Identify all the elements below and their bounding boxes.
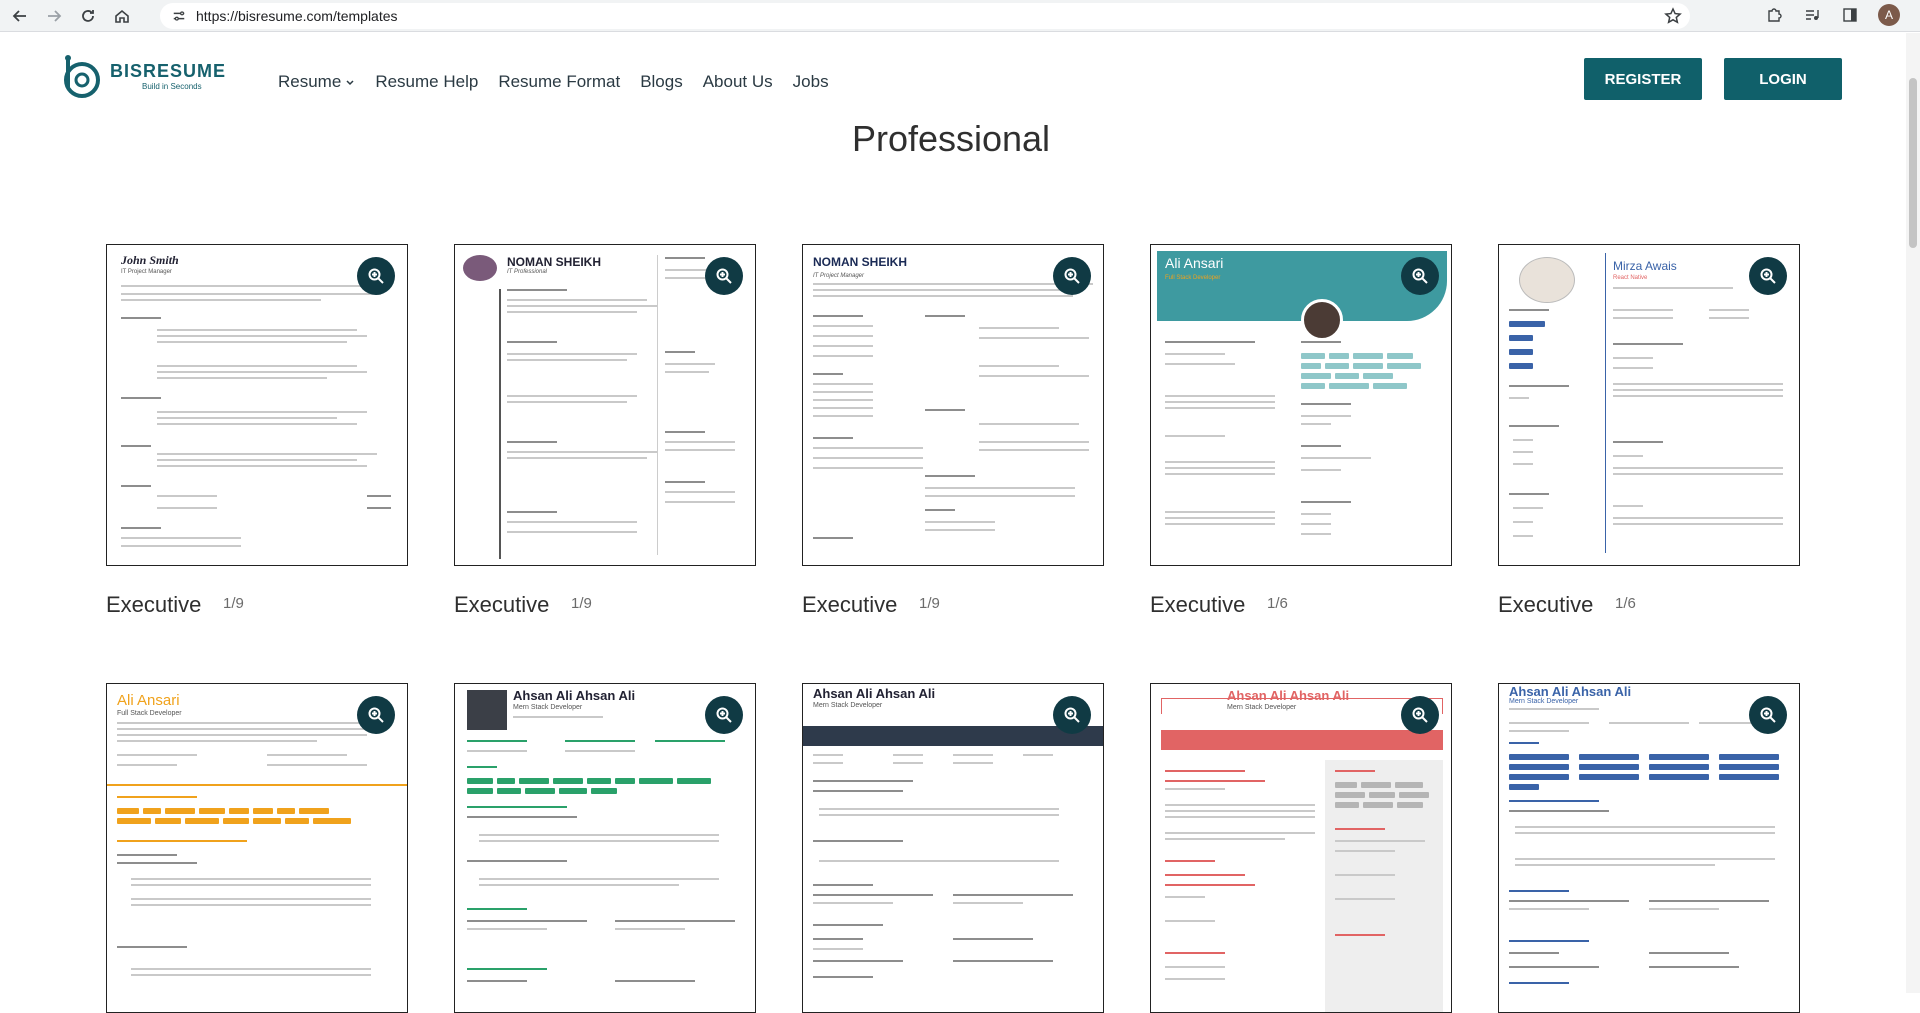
zoom-in-icon[interactable]	[1749, 257, 1787, 295]
address-bar[interactable]: https://bisresume.com/templates	[160, 3, 1690, 29]
template-card[interactable]: NOMAN SHEIKH IT Project Manager	[802, 244, 1104, 566]
zoom-in-icon[interactable]	[1749, 696, 1787, 734]
template-title: Executive	[1498, 592, 1594, 617]
profile-avatar[interactable]: A	[1878, 4, 1900, 26]
site-logo[interactable]: BISRESUME Build in Seconds	[56, 50, 226, 102]
preview-name: Ahsan Ali Ahsan Ali	[1227, 688, 1350, 703]
preview-name: NOMAN SHEIKH	[813, 255, 908, 269]
resume-preview: John Smith IT Project Manager	[107, 245, 407, 565]
template-card[interactable]: NOMAN SHEIKH IT Professional	[454, 244, 756, 566]
nav-jobs[interactable]: Jobs	[793, 72, 829, 92]
preview-name: Ali Ansari	[1165, 255, 1224, 271]
resume-preview: NOMAN SHEIKH IT Project Manager	[803, 245, 1103, 565]
preview-name: NOMAN SHEIKH	[507, 255, 602, 269]
side-panel-icon[interactable]	[1840, 5, 1860, 25]
zoom-in-icon[interactable]	[1053, 257, 1091, 295]
template-count: 1/9	[919, 595, 940, 612]
resume-preview: NOMAN SHEIKH IT Professional	[455, 245, 755, 565]
zoom-in-icon[interactable]	[357, 696, 395, 734]
nav-resume[interactable]: Resume	[278, 72, 355, 92]
template-card[interactable]: John Smith IT Project Manager	[106, 244, 408, 566]
template-card[interactable]: Mirza Awais React Native	[1498, 244, 1800, 566]
template-count: 1/6	[1615, 595, 1636, 612]
preview-role: Mern Stack Developer	[1227, 704, 1297, 711]
resume-preview: Ahsan Ali Ahsan Ali Mern Stack Developer	[803, 684, 1103, 1012]
template-title: Executive	[106, 592, 202, 617]
zoom-in-icon[interactable]	[1401, 696, 1439, 734]
template-card[interactable]: Ahsan Ali Ahsan Ali Mern Stack Developer	[454, 683, 756, 1013]
zoom-in-icon[interactable]	[705, 257, 743, 295]
template-card[interactable]: Ahsan Ali Ahsan Ali Mern Stack Developer	[802, 683, 1104, 1013]
preview-role: IT Project Manager	[813, 273, 865, 279]
preview-name: John Smith	[121, 253, 179, 267]
browser-toolbar: https://bisresume.com/templates A	[0, 0, 1920, 32]
forward-arrow-icon[interactable]	[40, 2, 68, 30]
preview-role: Mern Stack Developer	[513, 704, 583, 711]
template-title: Executive	[454, 592, 550, 617]
scrollbar-thumb[interactable]	[1909, 78, 1917, 248]
preview-name: Mirza Awais	[1613, 259, 1677, 273]
preview-name: Ahsan Ali Ahsan Ali	[813, 686, 936, 701]
reload-icon[interactable]	[74, 2, 102, 30]
template-count: 1/9	[223, 595, 244, 612]
preview-role: React Native	[1613, 275, 1648, 281]
preview-name: Ahsan Ali Ahsan Ali	[1509, 684, 1632, 699]
logo-mark-icon	[64, 55, 100, 98]
resume-preview: Ahsan Ali Ahsan Ali Mern Stack Developer	[1499, 684, 1799, 1012]
page-title: Professional	[851, 118, 1051, 159]
template-card[interactable]: Ali Ansari Full Stack Developer	[106, 683, 408, 1013]
logo-name: BISRESUME	[110, 61, 227, 81]
nav-about-us[interactable]: About Us	[703, 72, 773, 92]
logo-tagline: Build in Seconds	[142, 82, 202, 91]
register-button[interactable]: REGISTER	[1584, 58, 1702, 100]
star-icon[interactable]	[1664, 7, 1682, 25]
login-button[interactable]: LOGIN	[1724, 58, 1842, 100]
nav-resume-format[interactable]: Resume Format	[498, 72, 620, 92]
resume-preview: Ali Ansari Full Stack Developer	[107, 684, 407, 1012]
preview-name: Ahsan Ali Ahsan Ali	[513, 688, 636, 703]
template-count: 1/9	[571, 595, 592, 612]
template-card[interactable]: Ali Ansari Full Stack Developer	[1150, 244, 1452, 566]
zoom-in-icon[interactable]	[1401, 257, 1439, 295]
resume-preview: Ahsan Ali Ahsan Ali Mern Stack Developer	[1151, 684, 1451, 1012]
preview-role: Mern Stack Developer	[813, 702, 883, 709]
chevron-down-icon	[346, 79, 354, 85]
template-card[interactable]: Ahsan Ali Ahsan Ali Mern Stack Developer	[1150, 683, 1452, 1013]
zoom-in-icon[interactable]	[357, 257, 395, 295]
preview-role: IT Project Manager	[121, 269, 172, 275]
preview-name: Ali Ansari	[117, 692, 180, 709]
nav-resume-help[interactable]: Resume Help	[375, 72, 478, 92]
home-icon[interactable]	[108, 2, 136, 30]
template-card[interactable]: Ahsan Ali Ahsan Ali Mern Stack Developer	[1498, 683, 1800, 1013]
zoom-in-icon[interactable]	[705, 696, 743, 734]
page-scrollbar[interactable]	[1906, 33, 1920, 993]
resume-preview: Ali Ansari Full Stack Developer	[1151, 245, 1451, 565]
puzzle-icon[interactable]	[1764, 5, 1784, 25]
preview-role: Mern Stack Developer	[1509, 698, 1579, 705]
zoom-in-icon[interactable]	[1053, 696, 1091, 734]
url-text[interactable]: https://bisresume.com/templates	[196, 8, 398, 24]
nav-blogs[interactable]: Blogs	[640, 72, 683, 92]
resume-preview: Ahsan Ali Ahsan Ali Mern Stack Developer	[455, 684, 755, 1012]
preview-role: IT Professional	[507, 269, 548, 275]
toolbar-right: A	[1764, 4, 1900, 26]
back-arrow-icon[interactable]	[6, 2, 34, 30]
template-title: Executive	[1150, 592, 1246, 617]
template-title: Executive	[802, 592, 898, 617]
resume-preview: Mirza Awais React Native	[1499, 245, 1799, 565]
template-count: 1/6	[1267, 595, 1288, 612]
main-nav: Resume Resume Help Resume Format Blogs A…	[278, 72, 829, 92]
nav-resume-label: Resume	[278, 72, 342, 91]
preview-role: Full Stack Developer	[1165, 275, 1221, 281]
media-control-icon[interactable]	[1802, 5, 1822, 25]
tune-icon[interactable]	[168, 5, 190, 27]
preview-role: Full Stack Developer	[117, 710, 182, 717]
